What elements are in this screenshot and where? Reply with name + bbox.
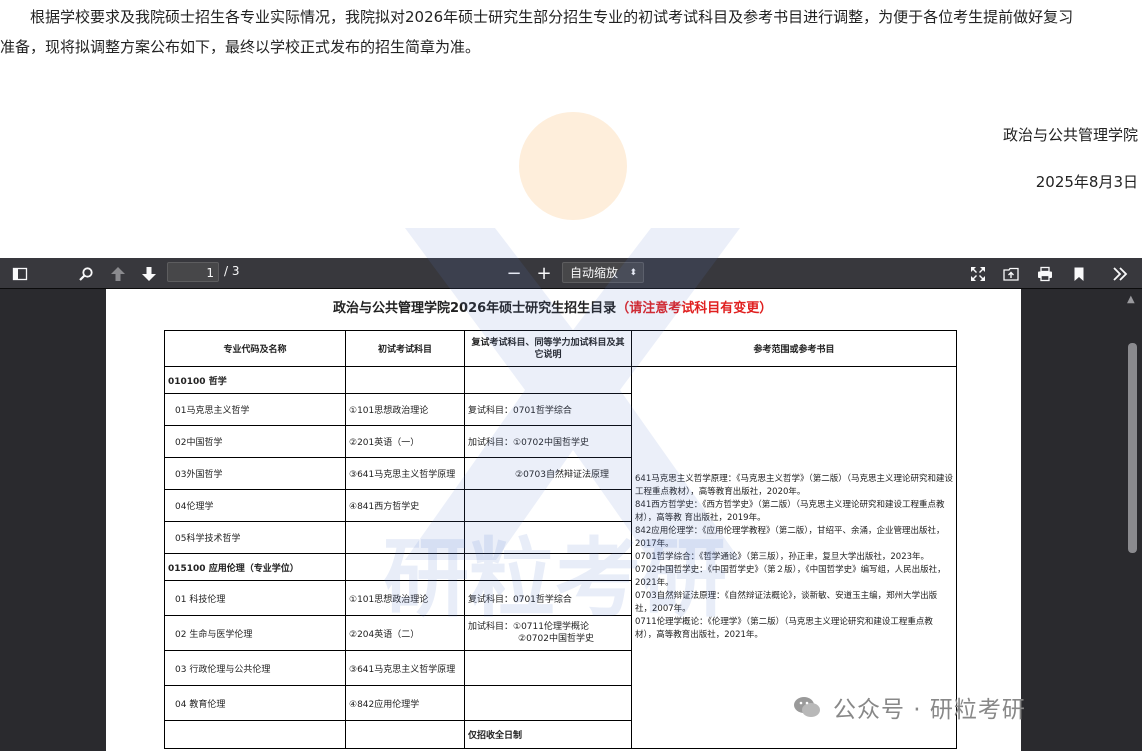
exam-cell: ④841西方哲学史 xyxy=(345,489,465,522)
scrollbar-thumb[interactable] xyxy=(1128,343,1137,553)
reference-item: 641马克思主义哲学原理：《马克思主义哲学》（第二版）（马克思主义理论研究和建设… xyxy=(635,474,953,497)
header-major: 专业代码及名称 xyxy=(164,330,346,367)
major-cell: 04 教育伦理 xyxy=(164,685,346,721)
retest-cell: ②0703自然辩证法原理 xyxy=(464,457,632,490)
major-cell: 01马克思主义哲学 xyxy=(164,393,346,426)
major-cell: 01 科技伦理 xyxy=(164,580,346,616)
exam-cell xyxy=(345,720,465,749)
table-header-row: 专业代码及名称 初试考试科目 复试考试科目、同等学力加试科目及其它说明 参考范围… xyxy=(164,330,957,367)
retest-cell: 复试科目：0701哲学综合 xyxy=(464,393,632,426)
major-cell xyxy=(164,720,346,749)
header-retest: 复试考试科目、同等学力加试科目及其它说明 xyxy=(464,330,632,367)
retest-cell xyxy=(464,650,632,686)
catalog-table: 专业代码及名称 初试考试科目 复试考试科目、同等学力加试科目及其它说明 参考范围… xyxy=(164,330,957,749)
retest-cell xyxy=(464,489,632,522)
document-title-note: （请注意考试科目有变更） xyxy=(616,301,773,316)
exam-cell: ④842应用伦理学 xyxy=(345,685,465,721)
major-cell: 010100 哲学 xyxy=(164,366,346,394)
retest-cell: 复试科目：0701哲学综合 xyxy=(464,580,632,616)
reference-item: 841西方哲学史：《西方哲学史》（第二版）（马克思主义理论研究和建设工程重点教材… xyxy=(635,500,945,523)
pdf-page: 政治与公共管理学院2026年硕士研究生招生目录（请注意考试科目有变更） 专业代码… xyxy=(106,289,1021,751)
previous-page-icon[interactable] xyxy=(108,263,128,285)
document-title: 政治与公共管理学院2026年硕士研究生招生目录（请注意考试科目有变更） xyxy=(333,297,772,316)
publish-date: 2025年8月3日 xyxy=(1035,173,1138,191)
zoom-select[interactable]: 自动缩放 ⬍ xyxy=(562,262,644,283)
exam-cell xyxy=(345,366,465,394)
retest-cell: 仅招收全日制 xyxy=(464,720,632,749)
intro-paragraph: 根据学校要求及我院硕士招生各专业实际情况，我院拟对2026年硕士研究生部分招生专… xyxy=(0,2,1142,62)
wechat-icon xyxy=(794,697,820,717)
exam-cell: ①101思想政治理论 xyxy=(345,393,465,426)
exam-cell: ②204英语（二） xyxy=(345,615,465,651)
pdf-viewer-container[interactable]: 政治与公共管理学院2026年硕士研究生招生目录（请注意考试科目有变更） 专业代码… xyxy=(0,289,1142,751)
intro-line-1: 根据学校要求及我院硕士招生各专业实际情况，我院拟对2026年硕士研究生部分招生专… xyxy=(30,8,1074,26)
next-page-icon[interactable] xyxy=(139,263,159,285)
major-cell: 015100 应用伦理（专业学位） xyxy=(164,553,346,581)
print-icon[interactable] xyxy=(1035,263,1055,285)
search-icon[interactable] xyxy=(76,263,96,285)
zoom-select-label: 自动缩放 xyxy=(570,266,619,280)
page-number-input[interactable]: 1 xyxy=(167,262,219,282)
major-cell: 05科学技术哲学 xyxy=(164,521,346,554)
open-file-icon[interactable] xyxy=(1001,263,1021,285)
retest-cell: 加试科目：①0702中国哲学史 xyxy=(464,425,632,458)
reference-item: 0711伦理学概论：《伦理学》（第二版）（马克思主义理论研究和建设工程重点教材）… xyxy=(635,617,933,640)
reference-item: 842应用伦理学：《应用伦理学教程》（第二版），甘绍平、余涌，企业管理出版社，2… xyxy=(635,526,945,549)
exam-cell xyxy=(345,521,465,554)
table-row: 010100 哲学 641马克思主义哲学原理：《马克思主义哲学》（第二版）（马克… xyxy=(164,366,957,749)
major-cell: 03 行政伦理与公共伦理 xyxy=(164,650,346,686)
major-cell: 02中国哲学 xyxy=(164,425,346,458)
document-title-main: 政治与公共管理学院2026年硕士研究生招生目录 xyxy=(333,301,617,316)
major-cell: 02 生命与医学伦理 xyxy=(164,615,346,651)
exam-cell: ②201英语（一） xyxy=(345,425,465,458)
intro-line-2: 准备，现将拟调整方案公布如下，最终以学校正式发布的招生简章为准。 xyxy=(0,38,481,56)
exam-cell: ①101思想政治理论 xyxy=(345,580,465,616)
retest-line: 加试科目：①0711伦理学概论 xyxy=(468,622,589,632)
scroll-up-icon[interactable]: ▲ xyxy=(1127,294,1135,305)
header-references: 参考范围或参考书目 xyxy=(631,330,957,367)
reference-item: 0701哲学综合：《哲学通论》（第三版），孙正聿，复旦大学出版社，2023年。 xyxy=(635,552,930,562)
sidebar-toggle-icon[interactable] xyxy=(10,263,30,285)
bookmark-icon[interactable] xyxy=(1069,263,1089,285)
retest-cell: 加试科目：①0711伦理学概论 ②0702中国哲学史 xyxy=(464,615,632,651)
reference-item: 0703自然辩证法原理：《自然辩证法概论》，谈新敏、安道玉主编，郑州大学出版社，… xyxy=(635,591,938,614)
presentation-mode-icon[interactable] xyxy=(968,263,988,285)
badge-text: 公众号 · 研粒考研 xyxy=(833,697,1026,723)
chevron-updown-icon: ⬍ xyxy=(629,268,637,278)
retest-cell xyxy=(464,366,632,394)
retest-cell xyxy=(464,685,632,721)
retest-cell xyxy=(464,553,632,581)
page-count: / 3 xyxy=(224,264,240,278)
header-exam: 初试考试科目 xyxy=(345,330,465,367)
exam-cell xyxy=(345,553,465,581)
retest-line: ②0702中国哲学史 xyxy=(518,634,594,644)
wechat-badge: 公众号 · 研粒考研 xyxy=(793,690,1026,724)
retest-cell xyxy=(464,521,632,554)
zoom-in-button[interactable]: + xyxy=(534,262,554,284)
major-cell: 04伦理学 xyxy=(164,489,346,522)
exam-cell: ③641马克思主义哲学原理 xyxy=(345,650,465,686)
exam-cell: ③641马克思主义哲学原理 xyxy=(345,457,465,490)
org-signature: 政治与公共管理学院 xyxy=(1002,126,1138,144)
reference-item: 0702中国哲学史：《中国哲学史》（第２版），《中国哲学史》编写组，人民出版社，… xyxy=(635,565,946,588)
tools-menu-icon[interactable] xyxy=(1110,263,1130,285)
zoom-out-button[interactable]: − xyxy=(504,262,524,284)
major-cell: 03外国哲学 xyxy=(164,457,346,490)
